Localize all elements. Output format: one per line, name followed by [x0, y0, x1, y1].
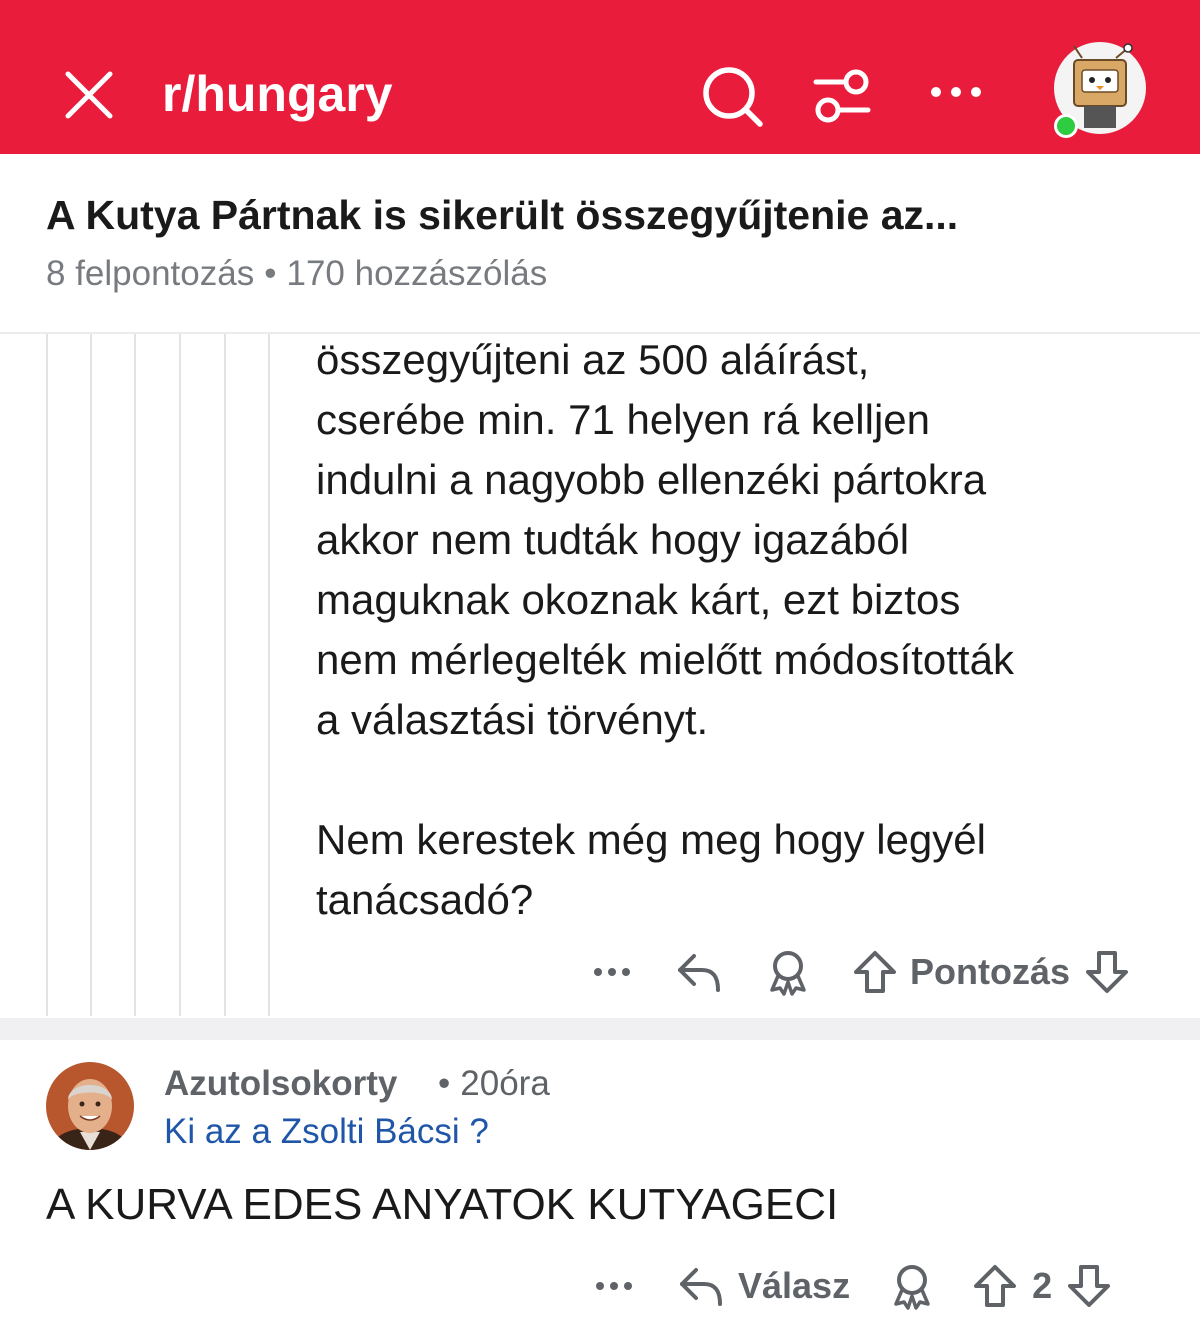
- filter-icon: [813, 69, 871, 123]
- comment-actions: Válasz 2: [592, 1256, 1112, 1316]
- downvote-button[interactable]: [1084, 949, 1130, 995]
- comment-time: • 20óra: [438, 1064, 550, 1104]
- vote-label: Pontozás: [910, 951, 1071, 992]
- search-button[interactable]: [700, 64, 764, 128]
- comment-line: akkor nem tudták hogy igazából: [316, 516, 910, 563]
- downvote-arrow-icon: [1068, 1265, 1111, 1307]
- reply-button[interactable]: [676, 950, 724, 994]
- close-icon: [65, 71, 113, 119]
- more-dots-icon: [594, 968, 630, 976]
- user-flair: Ki az a Zsolti Bácsi ?: [164, 1112, 489, 1151]
- upvote-arrow-icon: [974, 1265, 1017, 1307]
- upvote-button[interactable]: [972, 1263, 1018, 1309]
- meta-separator: •: [438, 1064, 451, 1103]
- downvote-arrow-icon: [1086, 951, 1129, 993]
- award-button[interactable]: [890, 1262, 934, 1310]
- thread-line[interactable]: [224, 334, 226, 1016]
- comment-timestamp: 20óra: [460, 1064, 550, 1103]
- upvote-count: 8 felpontozás: [46, 254, 255, 293]
- more-dots-icon: [931, 87, 981, 97]
- award-icon: [770, 951, 806, 996]
- thread-line[interactable]: [179, 334, 181, 1016]
- vote-score: 2: [1032, 1265, 1053, 1306]
- thread-line[interactable]: [46, 334, 48, 1016]
- comment-count: 170 hozzászólás: [286, 254, 548, 293]
- comment-line: a választási törvényt.: [316, 696, 709, 743]
- comment-line: Nem kerestek még meg hogy legyél: [316, 816, 986, 863]
- meta-separator: •: [264, 254, 277, 293]
- upvote-arrow-icon: [854, 951, 896, 993]
- online-status-indicator: [1054, 114, 1078, 138]
- award-button[interactable]: [766, 948, 810, 996]
- more-options-button[interactable]: [926, 72, 986, 112]
- user-photo-icon: [46, 1062, 134, 1150]
- commenter-avatar[interactable]: [46, 1062, 134, 1150]
- award-icon: [894, 1265, 930, 1310]
- close-button[interactable]: [62, 68, 116, 122]
- search-icon: [703, 67, 763, 127]
- comment-body: A KURVA EDES ANYATOK KUTYAGECI: [46, 1180, 839, 1229]
- post-title[interactable]: A Kutya Pártnak is sikerült összegyűjten…: [46, 192, 958, 239]
- downvote-button[interactable]: [1066, 1263, 1112, 1309]
- reply-icon: [678, 954, 720, 992]
- nested-comment-body: összegyűjteni az 500 aláírást, cserébe m…: [316, 330, 1186, 930]
- comment-line: cserébe min. 71 helyen rá kelljen: [316, 396, 931, 443]
- subreddit-title[interactable]: r/hungary: [162, 62, 393, 126]
- post-header: [0, 154, 1200, 334]
- post-meta: 8 felpontozás • 170 hozzászólás: [46, 254, 547, 294]
- comment-line: összegyűjteni az 500 aláírást,: [316, 336, 870, 383]
- reply-button[interactable]: Válasz: [678, 1264, 850, 1308]
- comment-line: tanácsadó?: [316, 876, 534, 923]
- thread-line[interactable]: [268, 334, 270, 1016]
- more-dots-icon: [596, 1282, 632, 1290]
- reply-label: Válasz: [738, 1265, 851, 1306]
- comment-line: maguknak okoznak kárt, ezt biztos: [316, 576, 961, 623]
- comment-line: indulni a nagyobb ellenzéki pártokra: [316, 456, 987, 503]
- comment-more-button[interactable]: [592, 1276, 636, 1296]
- filter-button[interactable]: [810, 64, 874, 128]
- comment-more-button[interactable]: [590, 962, 634, 982]
- comment-line: nem mérlegelték mielőtt módosították: [316, 636, 1014, 683]
- thread-line[interactable]: [90, 334, 92, 1016]
- thread-line[interactable]: [134, 334, 136, 1016]
- comment-author[interactable]: Azutolsokorty: [164, 1064, 397, 1104]
- comment-actions: Pontozás: [590, 942, 1130, 1002]
- comment-separator: [0, 1018, 1200, 1040]
- upvote-button[interactable]: [852, 949, 898, 995]
- reply-icon: [680, 1268, 722, 1306]
